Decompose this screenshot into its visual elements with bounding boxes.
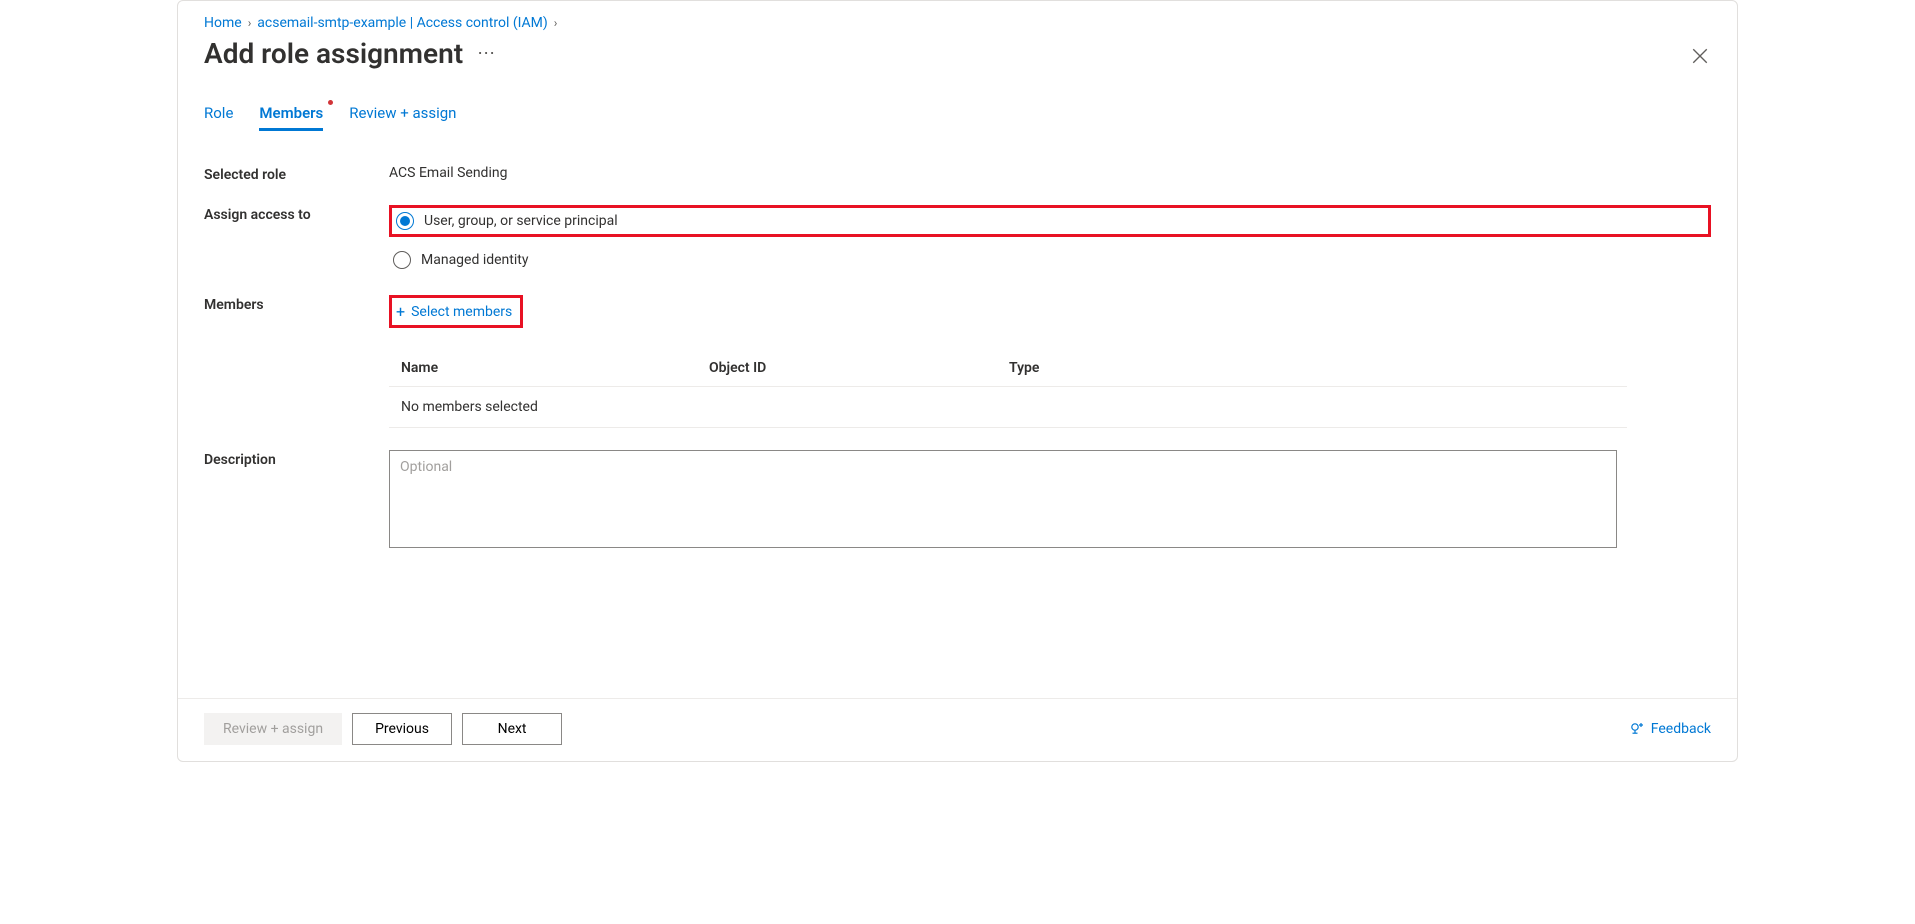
col-header-object-id: Object ID	[709, 360, 1009, 376]
radio-user-group-principal[interactable]: User, group, or service principal	[392, 208, 626, 234]
assign-access-label: Assign access to	[204, 205, 389, 273]
close-icon	[1691, 47, 1709, 65]
breadcrumb: Home › acsemail-smtp-example | Access co…	[204, 15, 1711, 31]
feedback-label: Feedback	[1651, 721, 1711, 737]
description-input[interactable]	[389, 450, 1617, 548]
tab-role[interactable]: Role	[204, 104, 233, 131]
tab-members[interactable]: Members	[259, 104, 323, 131]
selected-role-value: ACS Email Sending	[389, 165, 1711, 183]
members-table: Name Object ID Type No members selected	[389, 350, 1627, 428]
col-header-type: Type	[1009, 360, 1615, 376]
tab-review-assign[interactable]: Review + assign	[349, 104, 456, 131]
review-assign-button[interactable]: Review + assign	[204, 713, 342, 745]
radio-user-group-label: User, group, or service principal	[424, 213, 618, 229]
tab-indicator-dot	[328, 100, 333, 105]
selected-role-label: Selected role	[204, 165, 389, 183]
plus-icon: +	[396, 302, 405, 321]
highlight-user-group-radio: User, group, or service principal	[389, 205, 1711, 237]
radio-icon	[396, 212, 414, 230]
highlight-select-members: + Select members	[389, 295, 523, 328]
col-header-name: Name	[401, 360, 709, 376]
page-title: Add role assignment	[204, 37, 463, 70]
more-actions-button[interactable]: ⋯	[477, 43, 496, 64]
members-empty-text: No members selected	[389, 387, 1627, 428]
feedback-link[interactable]: Feedback	[1629, 721, 1711, 737]
chevron-right-icon: ›	[248, 16, 252, 30]
close-button[interactable]	[1691, 47, 1709, 69]
members-label: Members	[204, 295, 389, 428]
tabs: Role Members Review + assign	[204, 104, 1711, 131]
next-button[interactable]: Next	[462, 713, 562, 745]
select-members-button[interactable]: + Select members	[392, 298, 520, 325]
chevron-right-icon: ›	[554, 16, 558, 30]
previous-button[interactable]: Previous	[352, 713, 452, 745]
radio-icon	[393, 251, 411, 269]
radio-managed-identity-label: Managed identity	[421, 252, 528, 268]
select-members-label: Select members	[411, 304, 512, 320]
radio-managed-identity[interactable]: Managed identity	[389, 247, 1711, 273]
breadcrumb-resource[interactable]: acsemail-smtp-example | Access control (…	[257, 15, 547, 31]
feedback-icon	[1629, 721, 1645, 737]
description-label: Description	[204, 450, 389, 552]
breadcrumb-home[interactable]: Home	[204, 15, 242, 31]
tab-members-label: Members	[259, 104, 323, 122]
